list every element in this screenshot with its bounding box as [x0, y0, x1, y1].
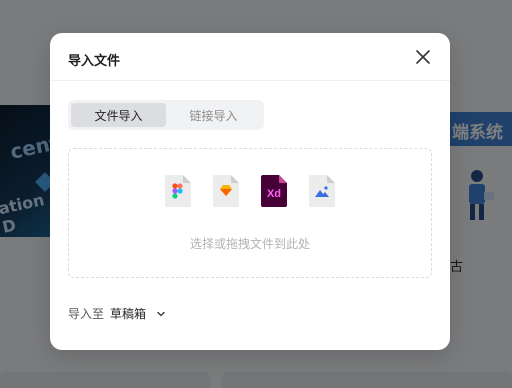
close-icon[interactable] [414, 48, 432, 66]
image-file-icon [309, 175, 335, 207]
import-file-dialog: 导入文件 文件导入 链接导入 Xd 选择或拖拽文件到此处 导入至 草稿箱 [50, 33, 450, 350]
tab-link-import[interactable]: 链接导入 [166, 103, 261, 127]
import-target-value: 草稿箱 [110, 307, 147, 321]
file-drop-zone[interactable]: Xd 选择或拖拽文件到此处 [68, 148, 432, 278]
dialog-title: 导入文件 [68, 54, 121, 69]
chevron-down-icon [157, 311, 165, 316]
dialog-header: 导入文件 [50, 33, 450, 81]
xd-label: Xd [267, 188, 281, 200]
sketch-file-icon [213, 175, 239, 207]
import-mode-tabs: 文件导入 链接导入 [68, 100, 264, 130]
supported-file-types: Xd [164, 174, 336, 208]
xd-file-icon: Xd [261, 175, 287, 207]
drop-zone-hint: 选择或拖拽文件到此处 [189, 237, 310, 251]
tab-file-import[interactable]: 文件导入 [71, 103, 166, 127]
figma-file-icon [165, 175, 191, 207]
import-to-label: 导入至 [68, 307, 105, 321]
import-target-selector[interactable]: 导入至 草稿箱 [68, 305, 166, 322]
